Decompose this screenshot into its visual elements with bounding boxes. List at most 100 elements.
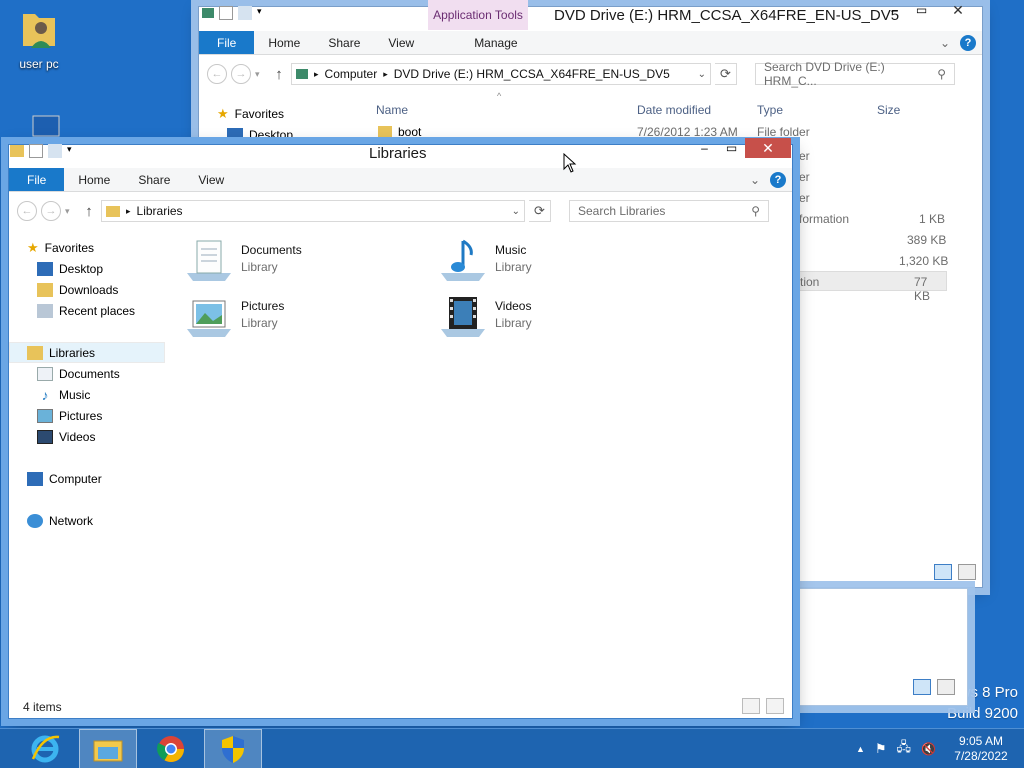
library-item-music[interactable]: Music Library [439, 237, 532, 281]
mouse-cursor-icon [563, 153, 577, 173]
close-button[interactable]: ✕ [745, 138, 791, 158]
nav-label: Network [49, 513, 94, 528]
nav-favorites[interactable]: ★ Favorites [199, 103, 293, 124]
column-name[interactable]: Name [376, 103, 408, 117]
address-bar[interactable]: ▸ Computer ▸ DVD Drive (E:) HRM_CCSA_X64… [291, 63, 711, 85]
library-item-pictures[interactable]: Pictures Library [185, 293, 284, 337]
tab-view[interactable]: View [184, 168, 238, 191]
new-folder-icon[interactable] [48, 144, 62, 158]
clock-time: 9:05 AM [958, 734, 1004, 748]
desktop-icon-user-pc[interactable]: user pc [2, 6, 76, 71]
nav-recent-places[interactable]: Recent places [9, 300, 165, 321]
details-view-icon[interactable] [934, 564, 952, 580]
chevron-down-icon[interactable]: ⌄ [750, 173, 760, 187]
chevron-down-icon[interactable]: ▾ [67, 144, 75, 158]
chevron-down-icon[interactable]: ⌄ [940, 36, 950, 50]
recent-locations-icon[interactable]: ▾ [255, 69, 267, 80]
volume-muted-icon[interactable]: 🔇 [921, 742, 936, 756]
view-buttons [913, 679, 955, 695]
large-icons-view-icon[interactable] [937, 679, 955, 695]
search-input[interactable]: Search Libraries ⚲ [569, 200, 769, 222]
tab-share[interactable]: Share [124, 168, 184, 191]
maximize-button[interactable]: ▭ [908, 0, 935, 20]
nav-videos[interactable]: Videos [9, 426, 165, 447]
help-icon[interactable]: ? [960, 34, 976, 51]
back-button[interactable]: ← [207, 64, 227, 84]
chevron-down-icon[interactable]: ⌄ [698, 69, 706, 80]
tab-manage[interactable]: Manage [446, 31, 545, 54]
library-item-documents[interactable]: Documents Library [185, 237, 302, 281]
dvd-titlebar[interactable]: ▾ Application Tools DVD Drive (E:) HRM_C… [192, 0, 989, 30]
nav-label: Favorites [44, 240, 95, 255]
taskbar-security-shield[interactable] [204, 729, 262, 768]
properties-icon[interactable] [219, 6, 233, 20]
library-item-videos[interactable]: Videos Library [439, 293, 532, 337]
details-view-icon[interactable] [742, 698, 760, 714]
clock[interactable]: 9:05 AM 7/28/2022 [946, 734, 1016, 764]
nav-downloads[interactable]: Downloads [9, 279, 165, 300]
nav-documents[interactable]: Documents [9, 363, 165, 384]
column-type[interactable]: Type [757, 103, 783, 117]
nav-libraries[interactable]: Libraries [9, 342, 165, 363]
chevron-down-icon[interactable]: ▾ [257, 6, 265, 20]
action-center-flag-icon[interactable]: ⚑ [875, 741, 887, 757]
recent-places-icon [37, 303, 53, 318]
help-icon[interactable]: ? [770, 171, 786, 188]
nav-network[interactable]: Network [9, 510, 165, 531]
large-icons-view-icon[interactable] [958, 564, 976, 580]
minimize-button[interactable]: – [881, 0, 908, 20]
taskbar-file-explorer[interactable] [79, 729, 137, 768]
library-item-name: Music [495, 243, 527, 257]
refresh-button[interactable]: ⟳ [715, 63, 737, 85]
table-row-selected[interactable]: tion 77 KB [796, 271, 947, 303]
tab-view[interactable]: View [374, 31, 428, 54]
nav-desktop[interactable]: Desktop [9, 258, 165, 279]
back-button[interactable]: ← [17, 201, 37, 221]
close-button[interactable]: ✕ [935, 0, 981, 20]
nav-computer[interactable]: Computer [9, 468, 165, 489]
forward-button[interactable]: → [231, 64, 251, 84]
file-explorer-icon [93, 740, 123, 762]
breadcrumb-libraries[interactable]: Libraries [137, 204, 183, 218]
quick-access-toolbar: ▾ [202, 6, 265, 20]
libraries-window[interactable]: ▾ Libraries – ▭ ✕ File Home Share View ⌄… [8, 138, 793, 719]
up-button[interactable]: ↑ [271, 66, 287, 83]
library-item-kind: Library [241, 316, 278, 330]
nav-music[interactable]: ♪ Music [9, 384, 165, 405]
new-folder-icon[interactable] [238, 6, 252, 20]
system-tray: ▲ ⚑ 🖧 🔇 9:05 AM 7/28/2022 [856, 729, 1024, 768]
tab-home[interactable]: Home [64, 168, 124, 191]
details-view-icon[interactable] [913, 679, 931, 695]
tab-share[interactable]: Share [314, 31, 374, 54]
address-bar[interactable]: ▸ Libraries ⌄ [101, 200, 525, 222]
chevron-right-icon: ▸ [126, 205, 131, 216]
large-icons-view-icon[interactable] [766, 698, 784, 714]
show-hidden-icons-icon[interactable]: ▲ [856, 744, 865, 754]
column-date-modified[interactable]: Date modified [637, 103, 711, 117]
minimize-button[interactable]: – [691, 138, 718, 158]
window-controls: – ▭ ✕ [691, 138, 791, 158]
tab-home[interactable]: Home [254, 31, 314, 54]
user-folder-icon [23, 14, 55, 48]
tab-file[interactable]: File [199, 31, 255, 54]
up-button[interactable]: ↑ [81, 203, 97, 220]
refresh-button[interactable]: ⟳ [529, 200, 551, 222]
column-size[interactable]: Size [877, 103, 900, 117]
taskbar-chrome[interactable] [142, 729, 200, 768]
partial-row-size: 77 KB [914, 275, 931, 303]
nav-favorites[interactable]: ★ Favorites [9, 237, 165, 258]
nav-label: Computer [49, 471, 102, 486]
breadcrumb-computer[interactable]: Computer [325, 67, 378, 81]
network-status-icon[interactable]: 🖧 [897, 738, 912, 760]
nav-pictures[interactable]: Pictures [9, 405, 165, 426]
tab-file[interactable]: File [9, 168, 65, 191]
taskbar-internet-explorer[interactable] [16, 729, 74, 768]
libraries-titlebar[interactable]: ▾ Libraries – ▭ ✕ [2, 138, 799, 168]
chevron-down-icon[interactable]: ⌄ [512, 206, 520, 217]
properties-icon[interactable] [29, 144, 43, 158]
recent-locations-icon[interactable]: ▾ [65, 206, 77, 217]
maximize-button[interactable]: ▭ [718, 138, 745, 158]
search-input[interactable]: Search DVD Drive (E:) HRM_C... ⚲ [755, 60, 955, 88]
breadcrumb-dvd-drive[interactable]: DVD Drive (E:) HRM_CCSA_X64FRE_EN-US_DV5 [394, 67, 670, 81]
forward-button[interactable]: → [41, 201, 61, 221]
